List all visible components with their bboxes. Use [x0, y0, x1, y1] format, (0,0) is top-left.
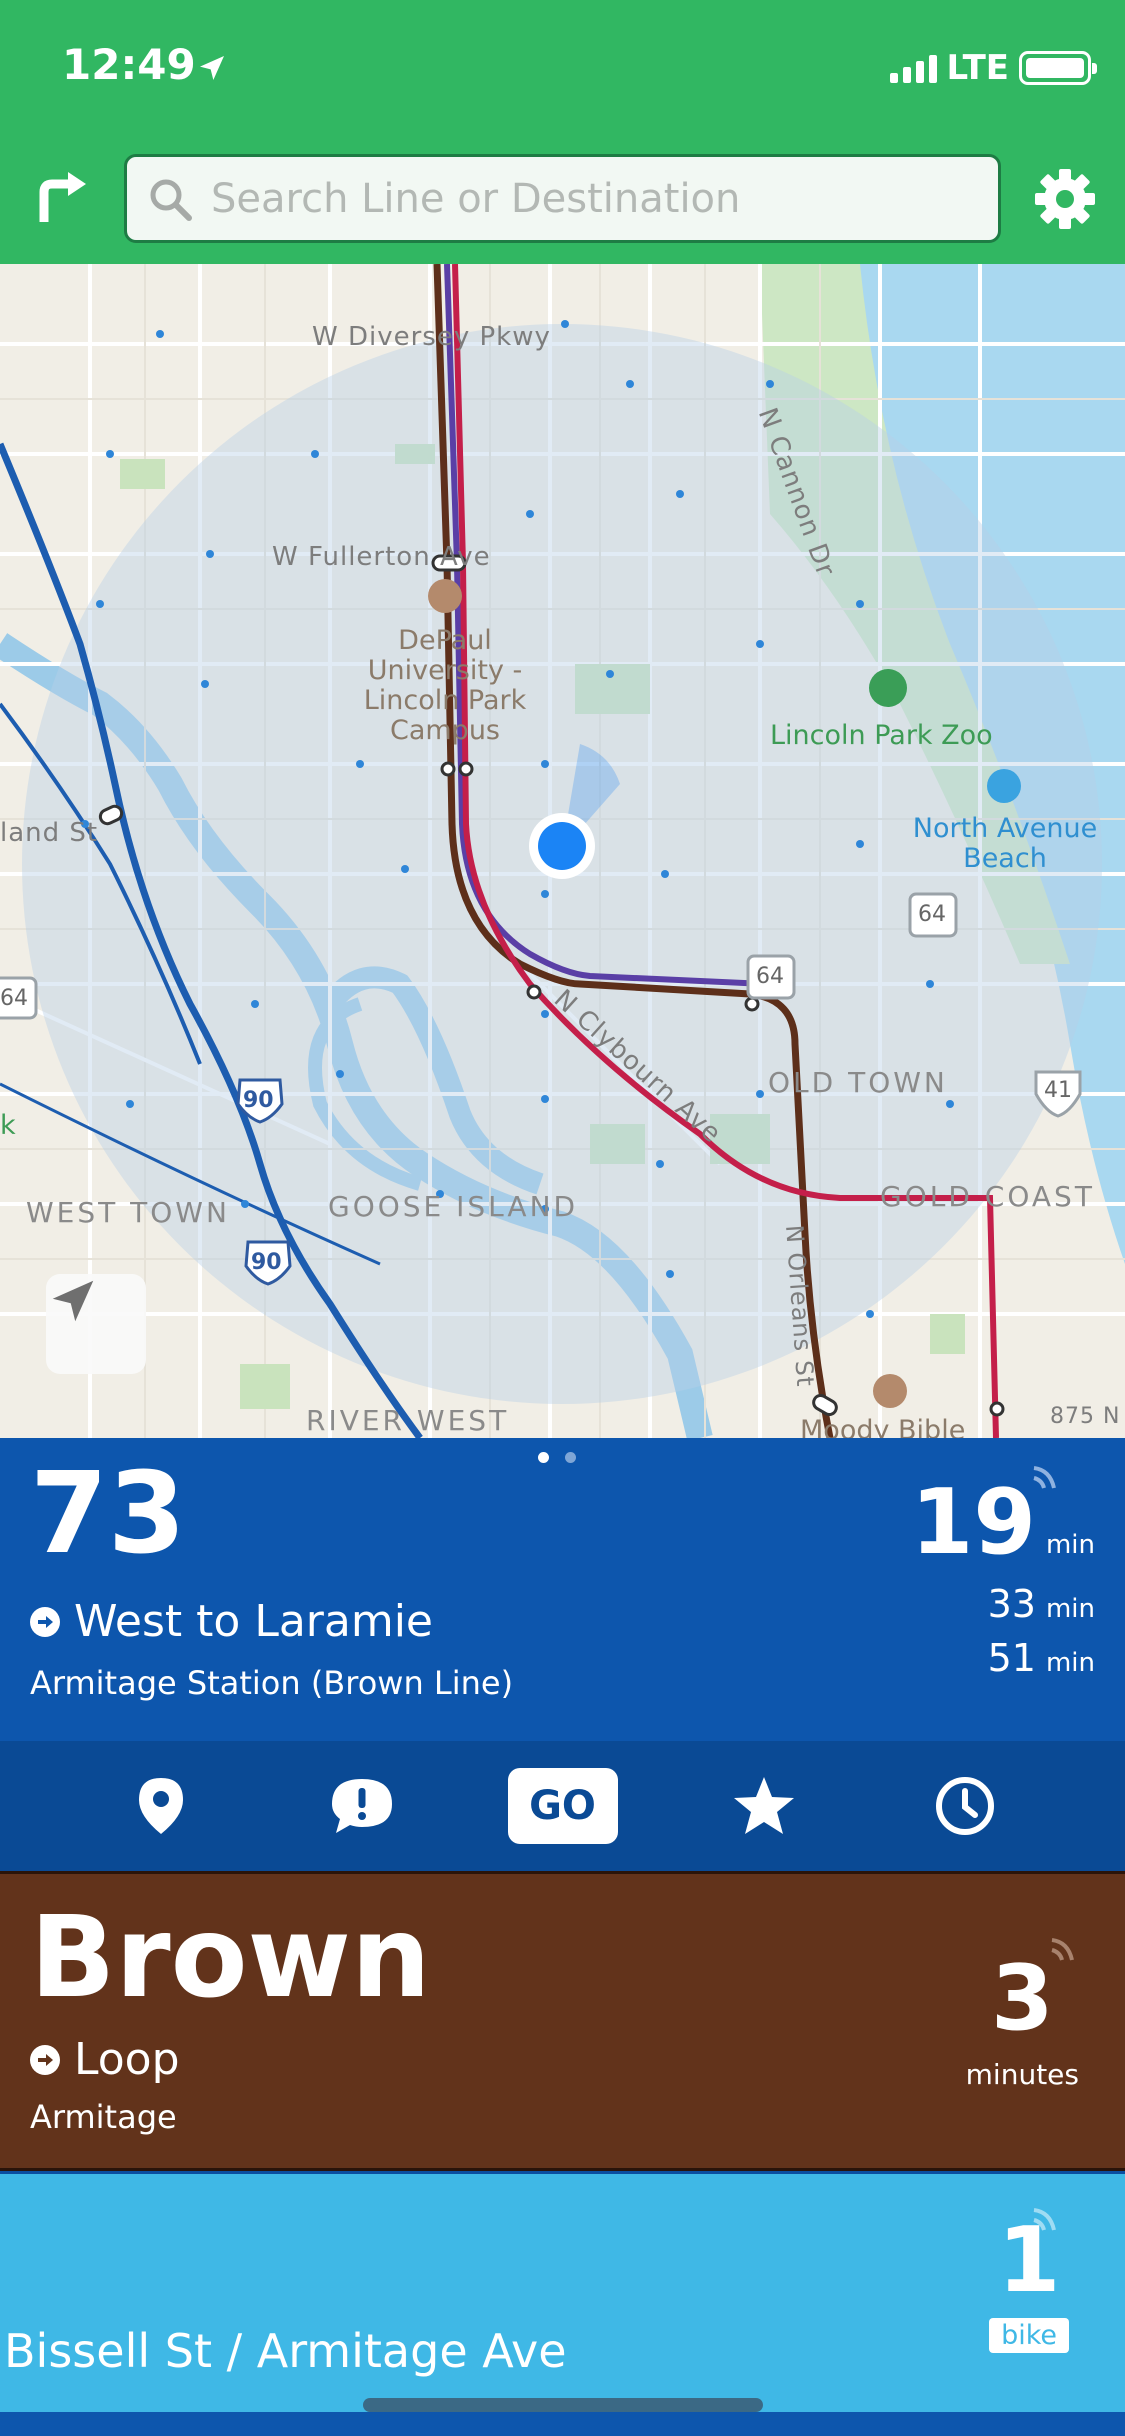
stop-name: Armitage Station (Brown Line)	[30, 1664, 514, 1702]
transit-map[interactable]: 90 90 64 64 64 41 W Diversey Pkwy W Full…	[0, 264, 1125, 1438]
bike-station-name: Bissell St / Armitage Ave	[4, 2324, 567, 2378]
clock-icon	[935, 1777, 994, 1835]
poi-label-depaul[interactable]: DePaul University - Lincoln Park Campus	[340, 626, 550, 746]
battery-icon	[1019, 51, 1097, 85]
poi-label-zoo[interactable]: Lincoln Park Zoo	[770, 720, 993, 751]
star-icon	[733, 1777, 794, 1834]
route-shield: 64	[0, 986, 28, 1011]
neighborhood-label: OLD TOWN	[768, 1066, 948, 1099]
interstate-shield: 90	[243, 1088, 274, 1113]
directions-icon[interactable]	[36, 170, 88, 222]
schedule-button[interactable]	[910, 1766, 1020, 1846]
bike-share-card[interactable]: Bissell St / Armitage Ave 1 bike	[0, 2174, 1125, 2436]
street-label: W Diversey Pkwy	[312, 322, 551, 352]
neighborhood-label: RIVER WEST	[306, 1404, 510, 1437]
gear-icon[interactable]	[1034, 168, 1096, 230]
arrival-time: 19 min	[910, 1470, 1095, 1575]
next-card-edge	[0, 2412, 1125, 2436]
bike-availability: 1 bike	[989, 2216, 1069, 2353]
navigation-arrow-icon	[52, 1280, 94, 1322]
location-arrow-icon	[200, 56, 224, 80]
go-button[interactable]: GO	[507, 1768, 618, 1844]
neighborhood-label: GOLD COAST	[880, 1180, 1095, 1213]
arrow-right-icon	[30, 2044, 60, 2075]
train-direction: Loop	[30, 2034, 180, 2085]
train-stop-name: Armitage	[30, 2098, 177, 2136]
cellular-signal-icon	[889, 53, 937, 83]
poi-label-moody[interactable]: Moody Bible	[800, 1416, 965, 1439]
neighborhood-label: WEST TOWN	[26, 1196, 230, 1229]
direction-label: West to Laramie	[74, 1596, 434, 1647]
poi-label-beach[interactable]: North Avenue Beach	[900, 814, 1110, 874]
neighborhood-label: GOOSE ISLAND	[328, 1190, 579, 1223]
status-indicators: LTE	[889, 48, 1097, 88]
train-eta-value: 3	[991, 1946, 1054, 2051]
arrival-times: 19 min 33 min 51 min	[910, 1470, 1095, 1681]
locate-me-button[interactable]	[46, 1274, 146, 1374]
action-bar: GO	[0, 1741, 1125, 1871]
train-eta-unit: minutes	[965, 2058, 1079, 2091]
train-line-name: Brown	[30, 1893, 431, 2023]
favorite-button[interactable]	[709, 1766, 819, 1846]
neighborhood-label: k	[0, 1110, 16, 1141]
route-shield: 64	[918, 902, 946, 927]
app-header: 12:49 LTE	[0, 0, 1125, 264]
arrival-time: 33 min	[987, 1582, 1095, 1626]
route-number: 73	[30, 1449, 186, 1579]
street-label: W Fullerton Ave	[272, 542, 491, 572]
status-time: 12:49	[62, 40, 196, 89]
direction: West to Laramie	[30, 1596, 433, 1647]
alerts-button[interactable]	[307, 1766, 417, 1846]
interstate-shield: 90	[251, 1250, 282, 1275]
map-pin-button[interactable]	[106, 1766, 216, 1846]
go-button-wrap: GO	[507, 1766, 618, 1846]
arrow-right-icon	[30, 1606, 60, 1637]
route-shield: 41	[1044, 1078, 1072, 1103]
route-shield: 64	[756, 964, 784, 989]
poi-label-875: 875 N	[1050, 1404, 1121, 1429]
train-arrival-card[interactable]: Brown Loop Armitage 3 minutes	[0, 1871, 1125, 2171]
map-pin-icon	[138, 1778, 183, 1834]
street-label: land St	[0, 818, 99, 848]
search-icon	[150, 179, 192, 221]
train-direction-label: Loop	[74, 2034, 180, 2085]
bike-count-value: 1	[997, 2208, 1061, 2313]
alert-bubble-icon	[331, 1779, 392, 1833]
search-input[interactable]	[211, 175, 971, 222]
bike-count-unit: bike	[989, 2318, 1069, 2353]
search-bar[interactable]	[124, 154, 1001, 243]
arrival-time: 51 min	[987, 1636, 1095, 1680]
network-type: LTE	[946, 48, 1009, 88]
bus-arrival-card[interactable]: 73 West to Laramie Armitage Station (Bro…	[0, 1438, 1125, 1741]
home-indicator[interactable]	[363, 2398, 763, 2412]
page-indicator	[538, 1452, 576, 1463]
train-eta: 3 minutes	[965, 1946, 1079, 2092]
